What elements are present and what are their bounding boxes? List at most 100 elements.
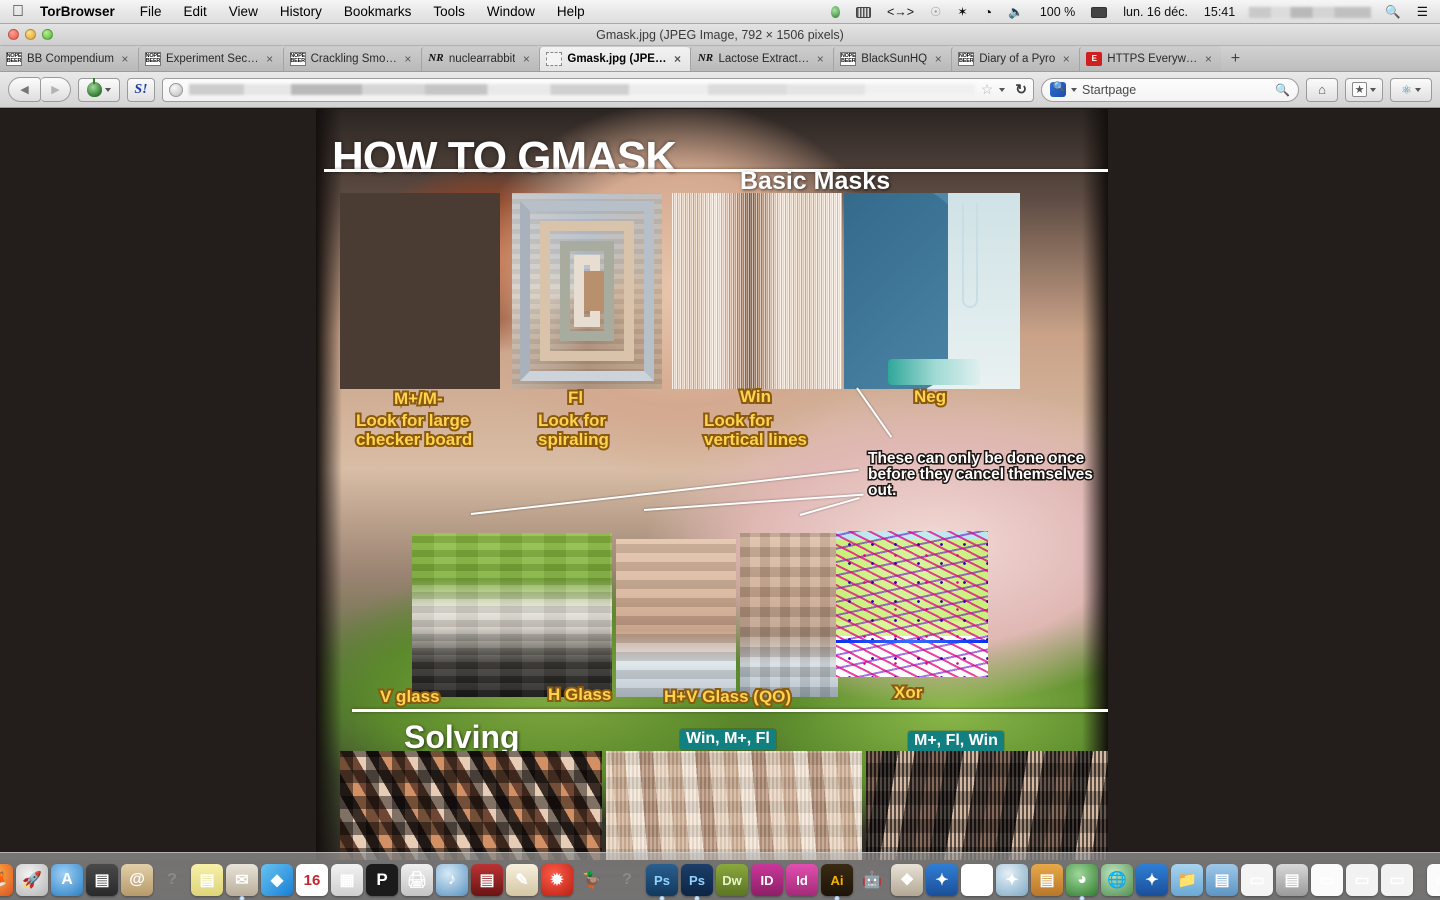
photoshop-icon[interactable]: Ps	[646, 864, 678, 900]
doc-window5-icon[interactable]: ▭	[1427, 864, 1440, 896]
menu-tools[interactable]: Tools	[422, 0, 476, 24]
dropbox-icon[interactable]: ◆	[261, 864, 293, 896]
tab-close-icon[interactable]: ×	[932, 52, 944, 66]
tomato-timer-icon[interactable]: ✹	[541, 864, 573, 896]
doc-window3-icon[interactable]: ▭	[1346, 864, 1378, 896]
macos-dock[interactable]: ☺✉🦊🚀A▤@?▤✉◆16▦P🖨♪▤✎✹🦆?PsPsDwIDIdAi🤖❖✦▯✦▤…	[0, 852, 1440, 900]
battery-percent[interactable]: 100 %	[1032, 0, 1083, 24]
tab-bb-compendium[interactable]: NOPE BEER BB Compendium ×	[0, 46, 138, 71]
menu-file[interactable]: File	[129, 0, 173, 24]
tab-crackling-smo[interactable]: NOPE BEER Crackling Smo… ×	[282, 46, 421, 71]
tab-close-icon[interactable]: ×	[1202, 52, 1214, 66]
menu-view[interactable]: View	[218, 0, 269, 24]
automator-icon[interactable]: 🤖	[856, 864, 888, 896]
doc-window-icon[interactable]: ▭	[1241, 864, 1273, 896]
iphoto-icon[interactable]: ❖	[891, 864, 923, 896]
torbutton-button[interactable]	[78, 77, 120, 102]
new-tab-button[interactable]: +	[1221, 46, 1249, 71]
tab-experiment-sec[interactable]: NOPE BEER Experiment Sec… ×	[137, 46, 283, 71]
tor-icon[interactable]: ◕	[1066, 864, 1098, 900]
menu-window[interactable]: Window	[476, 0, 546, 24]
calendar-icon[interactable]: 16	[296, 864, 328, 896]
spotlight-search-icon[interactable]: 🔍	[1377, 0, 1409, 24]
numbers-icon[interactable]: ▦	[331, 864, 363, 896]
reload-icon[interactable]: ↻	[1015, 81, 1027, 98]
indesign-cc-icon[interactable]: Id	[786, 864, 818, 896]
tab-https-everywhere[interactable]: E HTTPS Everyw… ×	[1079, 46, 1222, 71]
safari-icon[interactable]: ✦	[996, 864, 1028, 896]
star-icon[interactable]: ☆	[981, 81, 994, 98]
itunes-icon[interactable]: ♪	[436, 864, 468, 896]
tab-close-icon[interactable]: ×	[520, 52, 532, 66]
dreamweaver-icon[interactable]: Dw	[716, 864, 748, 896]
textedit-icon[interactable]: ✎	[506, 864, 538, 896]
search-input[interactable]: Startpage	[1082, 83, 1136, 97]
tab-lactose-extract[interactable]: NR Lactose Extract… ×	[690, 46, 834, 71]
utility-icon[interactable]: ▤	[1031, 864, 1063, 896]
tab-close-icon[interactable]: ×	[119, 52, 131, 66]
unknown-app-icon[interactable]: ?	[156, 864, 188, 896]
contacts-icon[interactable]: @	[121, 864, 153, 896]
home-button[interactable]: ⌂	[1306, 77, 1338, 102]
menu-app-name[interactable]: TorBrowser	[36, 0, 129, 24]
volume-icon[interactable]: 🔈	[1000, 0, 1032, 24]
bookmarks-button[interactable]: ★	[1345, 77, 1383, 102]
tab-close-icon[interactable]: ×	[671, 52, 683, 66]
archive-icon[interactable]: ▤	[1276, 864, 1308, 896]
doc-window2-icon[interactable]: ▭	[1311, 864, 1343, 896]
tab-close-icon[interactable]: ×	[814, 52, 826, 66]
apple-logo-icon[interactable]: 	[0, 3, 36, 20]
menu-bookmarks[interactable]: Bookmarks	[333, 0, 423, 24]
windows-folder-icon[interactable]: ▤	[1206, 864, 1238, 896]
user-account-name-blurred[interactable]	[1249, 6, 1372, 18]
theater-icon[interactable]: ▤	[471, 864, 503, 896]
stickies-icon[interactable]: ▤	[191, 864, 223, 896]
vidalia-icon[interactable]: 🌐	[1101, 864, 1133, 896]
launchpad-icon[interactable]: 🚀	[16, 864, 48, 896]
document-icon[interactable]: ▯	[961, 864, 993, 896]
power-plug-icon[interactable]	[1083, 0, 1115, 24]
url-address-bar[interactable]: ☆ ↻	[162, 77, 1034, 102]
tab-close-icon[interactable]: ×	[1060, 52, 1072, 66]
android-tools-icon[interactable]: ▤	[86, 864, 118, 896]
minimize-window-button[interactable]	[25, 29, 36, 40]
indesign-icon[interactable]: ID	[751, 864, 783, 896]
audacity2-icon[interactable]: ✦	[1136, 864, 1168, 896]
startpage-icon[interactable]	[1050, 82, 1066, 97]
url-text-blurred[interactable]	[189, 84, 975, 95]
app-store-icon[interactable]: A	[51, 864, 83, 896]
noscript-button[interactable]: ⚛	[1390, 77, 1432, 102]
pages-icon[interactable]: P	[366, 864, 398, 896]
folder-icon[interactable]: 📁	[1171, 864, 1203, 896]
menu-history[interactable]: History	[269, 0, 333, 24]
tab-diary-of-a-pyro[interactable]: NOPE BEER Diary of a Pyro ×	[951, 46, 1080, 71]
audacity-icon[interactable]: ✦	[926, 864, 958, 896]
search-box[interactable]: Startpage 🔍	[1041, 77, 1299, 102]
clock-icon[interactable]: ☉	[922, 0, 949, 24]
battery-monitor-icon[interactable]	[848, 0, 879, 24]
zoom-window-button[interactable]	[42, 29, 53, 40]
sbang-button[interactable]: S!	[127, 77, 155, 102]
unknown-app2-icon[interactable]: ?	[611, 864, 643, 896]
mail-icon[interactable]: ✉	[226, 864, 258, 900]
chevron-down-icon[interactable]	[1071, 87, 1077, 92]
close-window-button[interactable]	[8, 29, 19, 40]
magnifier-icon[interactable]: 🔍	[1275, 83, 1290, 97]
illustrator-icon[interactable]: Ai	[821, 864, 853, 900]
angle-brackets-icon[interactable]: <→>	[879, 0, 922, 24]
firefox-icon[interactable]: 🦊	[0, 864, 13, 896]
gmask-poster-image[interactable]: HOW TO GMASK Basic Masks M+/M- Look for …	[316, 109, 1108, 860]
wifi-icon[interactable]: ◔	[976, 0, 1000, 24]
tab-blacksunhq[interactable]: NOPE BEER BlackSunHQ ×	[833, 46, 952, 71]
photoshop-cc-icon[interactable]: Ps	[681, 864, 713, 900]
bluetooth-icon[interactable]: ✶	[949, 0, 975, 24]
doc-window4-icon[interactable]: ▭	[1381, 864, 1413, 896]
printer-icon[interactable]: 🖨	[401, 864, 433, 896]
image-viewer-content[interactable]: HOW TO GMASK Basic Masks M+/M- Look for …	[0, 109, 1440, 860]
menu-help[interactable]: Help	[546, 0, 596, 24]
onion-icon[interactable]	[823, 0, 848, 24]
notification-center-icon[interactable]: ☰	[1409, 0, 1440, 24]
menu-edit[interactable]: Edit	[173, 0, 218, 24]
cyberduck-icon[interactable]: 🦆	[576, 864, 608, 896]
tab-close-icon[interactable]: ×	[402, 52, 414, 66]
